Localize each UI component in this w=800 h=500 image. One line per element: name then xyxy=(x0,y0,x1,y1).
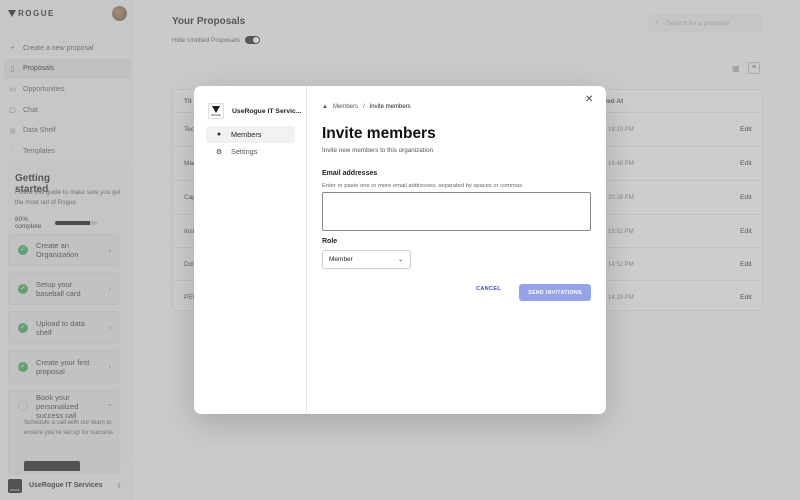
email-addresses-field[interactable] xyxy=(322,192,591,231)
logo-triangle xyxy=(212,106,220,113)
gear-icon: ⚙ xyxy=(215,148,223,156)
role-label: Role xyxy=(322,238,338,245)
modal-org-name: UseRogue IT Servic... xyxy=(232,107,302,115)
breadcrumb-separator: / xyxy=(362,104,365,110)
email-label: Email addresses xyxy=(322,170,378,177)
modal-org-header: ROGUE UseRogue IT Servic... xyxy=(208,103,302,119)
user-icon: ● xyxy=(216,131,222,138)
breadcrumb-current: Invite members xyxy=(369,104,411,110)
org-logo-icon: ROGUE xyxy=(208,103,224,119)
role-select[interactable]: Member ⌄ xyxy=(322,250,411,269)
role-value: Member xyxy=(329,256,353,263)
modal-nav-settings[interactable]: ⚙ Settings xyxy=(206,143,295,160)
close-icon[interactable]: ✕ xyxy=(585,94,593,105)
cancel-button[interactable]: CANCEL xyxy=(476,286,501,292)
modal-subtitle: Invite new members to this organization xyxy=(322,147,433,154)
chevron-down-icon: ⌄ xyxy=(397,257,403,263)
modal-nav-label: Members xyxy=(231,130,262,139)
breadcrumb: ▲ Members / Invite members xyxy=(322,104,411,110)
send-invitations-button[interactable]: SEND INVITATIONS xyxy=(519,284,591,301)
org-logo-text: ROGUE xyxy=(211,114,221,117)
modal-sidebar: ROGUE UseRogue IT Servic... ● Members ⚙ … xyxy=(194,86,307,414)
user-icon: ▲ xyxy=(322,104,328,110)
modal-title: Invite members xyxy=(322,125,436,142)
email-hint: Enter or paste one or more email address… xyxy=(322,183,523,189)
modal-nav-label: Settings xyxy=(231,147,258,156)
breadcrumb-parent[interactable]: Members xyxy=(333,104,358,110)
modal-nav-members[interactable]: ● Members xyxy=(206,126,295,143)
invite-members-modal: ROGUE UseRogue IT Servic... ● Members ⚙ … xyxy=(194,86,606,414)
